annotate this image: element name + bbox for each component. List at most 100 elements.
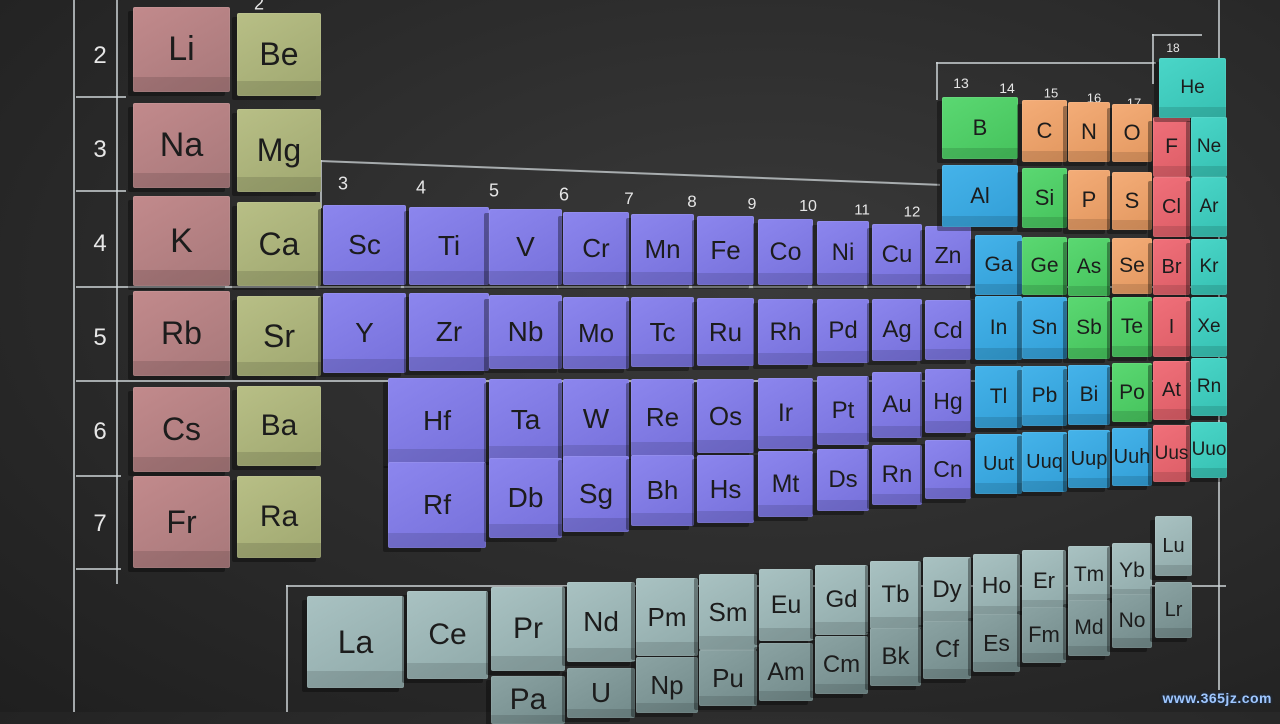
element-symbol: Na	[159, 126, 204, 164]
element-symbol: Ir	[777, 399, 794, 427]
element-tile-b: B	[942, 97, 1018, 159]
element-tile-md: Md	[1068, 600, 1110, 656]
group-label: 8	[687, 192, 697, 211]
element-tile-pu: Pu	[699, 650, 757, 706]
element-symbol: S	[1124, 188, 1140, 213]
element-symbol: Uuh	[1113, 445, 1151, 468]
element-tile-pr: Pr	[491, 587, 565, 671]
element-tile-er: Er	[1022, 550, 1066, 611]
element-tile-rn: Rn	[1191, 358, 1227, 416]
element-symbol: Sg	[578, 478, 614, 509]
element-symbol: No	[1118, 609, 1146, 632]
period-label: 7	[93, 510, 107, 537]
element-tile-ti: Ti	[409, 207, 489, 285]
element-tile-sc: Sc	[323, 205, 406, 285]
element-tile-br: Br	[1153, 239, 1190, 295]
element-symbol: Ne	[1196, 136, 1222, 157]
element-tile-au: Au	[872, 372, 922, 438]
frame-line	[73, 0, 75, 712]
element-tile-fr: Fr	[133, 476, 230, 568]
element-tile-at: At	[1153, 361, 1190, 420]
element-symbol: Np	[650, 669, 684, 700]
group-label: 12	[903, 203, 921, 221]
element-tile-na: Na	[133, 103, 230, 188]
period-label: 4	[93, 230, 107, 257]
element-symbol: Hg	[933, 387, 963, 414]
element-symbol: Es	[983, 629, 1010, 656]
element-symbol: Fr	[166, 503, 197, 540]
element-tile-bh: Bh	[631, 455, 694, 526]
element-tile-tl: Tl	[975, 366, 1022, 428]
element-symbol: Si	[1034, 185, 1055, 210]
element-symbol: Ds	[828, 466, 858, 493]
element-tile-sr: Sr	[237, 296, 321, 376]
element-tile-ru: Ru	[697, 298, 754, 366]
element-tile-pd: Pd	[817, 299, 869, 363]
element-tile-dy: Dy	[923, 557, 971, 623]
element-tile-rn: Rn	[872, 445, 922, 505]
element-symbol: Hs	[709, 473, 742, 504]
element-symbol: Rb	[161, 315, 202, 351]
element-tile-ga: Ga	[975, 235, 1022, 295]
element-tile-sb: Sb	[1068, 297, 1110, 359]
element-symbol: U	[590, 677, 612, 708]
group-label: 4	[415, 177, 427, 198]
element-symbol: Cl	[1162, 195, 1181, 218]
element-symbol: Mo	[577, 317, 615, 348]
element-symbol: Tb	[881, 581, 910, 608]
element-tile-k: K	[133, 196, 230, 286]
element-tile-fe: Fe	[697, 216, 754, 285]
element-symbol: Al	[970, 183, 990, 208]
element-tile-nb: Nb	[489, 295, 562, 369]
element-tile-li: Li	[133, 7, 230, 92]
element-tile-yb: Yb	[1112, 543, 1152, 599]
element-symbol: Rh	[769, 317, 802, 346]
element-tile-s: S	[1112, 172, 1152, 230]
element-symbol: Sb	[1076, 316, 1102, 339]
element-symbol: Gd	[825, 586, 858, 613]
element-symbol: Pb	[1031, 384, 1058, 407]
element-symbol: Pm	[647, 601, 687, 632]
element-symbol: Ge	[1030, 254, 1059, 277]
element-tile-po: Po	[1112, 363, 1152, 422]
element-tile-uup: Uup	[1068, 430, 1110, 488]
element-tile-tc: Tc	[631, 297, 694, 367]
element-tile-cd: Cd	[925, 300, 971, 360]
frame-line	[286, 585, 288, 712]
element-tile-i: I	[1153, 297, 1190, 357]
element-tile-ce: Ce	[407, 591, 488, 679]
group-label: 18	[1166, 41, 1180, 55]
element-symbol: As	[1076, 255, 1102, 278]
element-tile-w: W	[563, 379, 629, 459]
element-tile-cu: Cu	[872, 224, 922, 285]
element-symbol: Sm	[708, 596, 748, 627]
element-symbol: Ar	[1199, 196, 1219, 217]
group-label: 13	[953, 75, 969, 91]
element-symbol: Uuq	[1026, 450, 1063, 473]
element-tile-re: Re	[631, 379, 694, 456]
element-tile-u: U	[567, 668, 635, 718]
element-tile-te: Te	[1112, 297, 1152, 357]
element-symbol: Ce	[428, 618, 467, 651]
element-symbol: Ba	[260, 409, 298, 442]
element-symbol: Zn	[934, 242, 962, 268]
frame-line	[116, 0, 118, 584]
group-label: 10	[799, 198, 817, 215]
element-symbol: Pd	[828, 317, 858, 344]
element-tile-bi: Bi	[1068, 365, 1110, 425]
element-symbol: Er	[1033, 567, 1055, 593]
element-tile-v: V	[489, 209, 562, 285]
element-symbol: Hf	[423, 405, 451, 436]
element-symbol: Cs	[161, 411, 202, 447]
element-tile-co: Co	[758, 219, 813, 285]
element-symbol: Mg	[256, 132, 302, 168]
frame-line	[936, 62, 938, 100]
element-tile-sm: Sm	[699, 574, 757, 650]
element-tile-cs: Cs	[133, 387, 230, 472]
element-symbol: Te	[1120, 315, 1144, 338]
element-tile-o: O	[1112, 104, 1152, 162]
element-tile-uus: Uus	[1153, 425, 1190, 482]
element-symbol: Li	[168, 30, 195, 68]
element-tile-ag: Ag	[872, 299, 922, 361]
element-tile-cn: Cn	[925, 440, 971, 499]
